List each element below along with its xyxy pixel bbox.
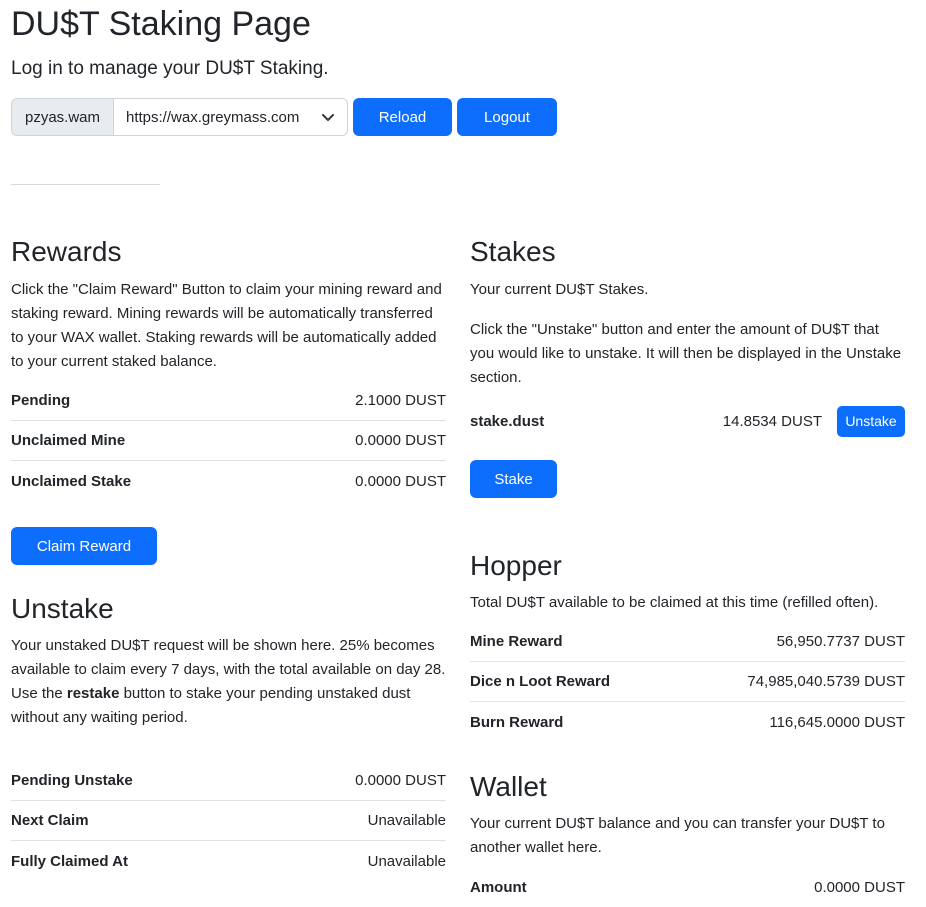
table-row: Unclaimed Mine 0.0000 DUST: [11, 421, 446, 461]
wallet-description: Your current DU$T balance and you can tr…: [470, 815, 885, 856]
endpoint-select[interactable]: https://wax.greymass.com: [113, 98, 348, 136]
row-label: Dice n Loot Reward: [470, 673, 611, 690]
row-value: 0.0000 DUST: [355, 432, 446, 449]
stake-row: stake.dust 14.8534 DUST Unstake: [470, 404, 905, 438]
table-row: Pending 2.1000 DUST: [11, 381, 446, 421]
table-row: Mine Reward 56,950.7737 DUST: [470, 622, 905, 662]
row-label: Pending Unstake: [11, 772, 133, 789]
table-row: Fully Claimed At Unavailable: [11, 841, 446, 881]
restake-bold: restake: [66, 685, 120, 702]
rewards-heading: Rewards: [11, 236, 122, 267]
unstake-button[interactable]: Unstake: [837, 405, 905, 437]
wallet-heading: Wallet: [470, 771, 547, 802]
row-label: Next Claim: [11, 812, 89, 829]
wallet-table: Amount 0.0000 DUST: [470, 867, 905, 907]
row-value: 2.1000 DUST: [355, 392, 446, 409]
row-value: 0.0000 DUST: [814, 878, 905, 896]
row-label: Unclaimed Stake: [11, 472, 132, 490]
row-label: Mine Reward: [470, 633, 563, 650]
table-row: Next Claim Unavailable: [11, 801, 446, 841]
row-value: 0.0000 DUST: [355, 472, 446, 490]
stakes-intro: Your current DU$T Stakes.: [470, 281, 649, 298]
row-label: Amount: [470, 878, 527, 896]
stake-amount: 14.8534 DUST: [722, 412, 822, 430]
row-value: Unavailable: [367, 852, 446, 870]
unstake-heading: Unstake: [11, 593, 114, 624]
chevron-down-icon: [321, 110, 335, 128]
endpoint-select-value: https://wax.greymass.com: [126, 108, 300, 126]
hopper-description: Total DU$T available to be claimed at th…: [470, 594, 879, 611]
table-row: Amount 0.0000 DUST: [470, 867, 905, 907]
stake-account-label: stake.dust: [470, 412, 545, 430]
unstake-table: Pending Unstake 0.0000 DUST Next Claim U…: [11, 761, 446, 881]
reload-button[interactable]: Reload: [353, 98, 452, 136]
row-value: 116,645.0000 DUST: [769, 713, 905, 731]
table-row: Dice n Loot Reward 74,985,040.5739 DUST: [470, 662, 905, 702]
row-label: Fully Claimed At: [11, 852, 128, 870]
row-value: 74,985,040.5739 DUST: [747, 673, 905, 690]
row-value: 56,950.7737 DUST: [776, 633, 905, 650]
claim-reward-button[interactable]: Claim Reward: [11, 527, 157, 565]
page-subtitle: Log in to manage your DU$T Staking.: [11, 58, 329, 79]
stakes-heading: Stakes: [470, 236, 556, 267]
row-value: 0.0000 DUST: [355, 772, 446, 789]
table-row: Unclaimed Stake 0.0000 DUST: [11, 461, 446, 501]
logout-button[interactable]: Logout: [457, 98, 557, 136]
stakes-description: Click the "Unstake" button and enter the…: [470, 321, 902, 386]
restake-prefix: Use the: [11, 685, 67, 702]
table-row: Pending Unstake 0.0000 DUST: [11, 761, 446, 801]
account-name-label: pzyas.wam: [11, 98, 113, 136]
row-label: Burn Reward: [470, 713, 564, 731]
login-input-group: pzyas.wam https://wax.greymass.com Reloa…: [11, 98, 557, 136]
row-value: Unavailable: [367, 812, 446, 829]
divider: [11, 184, 160, 185]
table-row: Burn Reward 116,645.0000 DUST: [470, 702, 905, 742]
page-title: DU$T Staking Page: [11, 5, 311, 43]
unstake-description-text: Your unstaked DU$T request will be shown…: [11, 637, 446, 678]
hopper-heading: Hopper: [470, 550, 562, 581]
hopper-table: Mine Reward 56,950.7737 DUST Dice n Loot…: [470, 622, 905, 742]
row-label: Pending: [11, 392, 71, 409]
rewards-table: Pending 2.1000 DUST Unclaimed Mine 0.000…: [11, 381, 446, 501]
rewards-description: Click the "Claim Reward" Button to claim…: [11, 281, 442, 370]
row-label: Unclaimed Mine: [11, 432, 126, 449]
unstake-description: Your unstaked DU$T request will be shown…: [11, 634, 446, 730]
stake-button[interactable]: Stake: [470, 460, 557, 498]
